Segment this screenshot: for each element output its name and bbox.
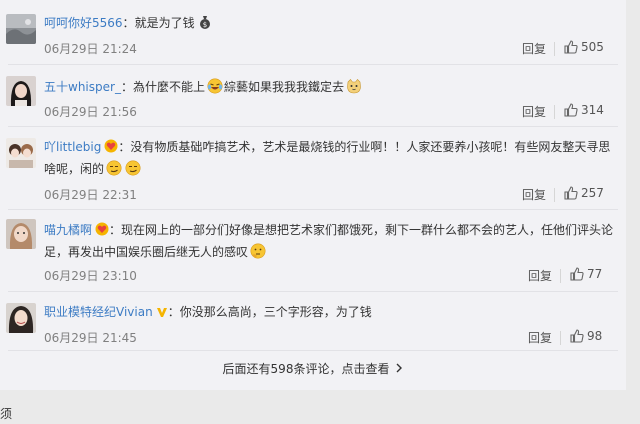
reply-button[interactable]: 回复 [522,40,546,57]
divider [8,291,618,292]
divider [8,64,618,65]
separator: ： [120,80,133,94]
verified-v-icon [156,308,167,317]
cat-face-icon [347,79,361,94]
divider-vertical [560,269,561,283]
comment-username[interactable]: 职业模特经纪Vivian [44,305,153,319]
comment-body: 呵呵你好5566：就是为了钱 $ [44,12,614,34]
divider-vertical [554,42,555,56]
comment-text: 就是为了钱 [134,16,195,30]
svg-text:$: $ [202,21,206,29]
divider [8,126,618,127]
separator: ： [167,305,180,319]
separator: ： [109,223,122,237]
laughing-crying-face-icon [207,78,223,94]
like-count: 314 [581,103,604,117]
reply-button[interactable]: 回复 [522,186,546,203]
like-button[interactable]: 77 [570,267,602,281]
divider-vertical [560,331,561,345]
avatar[interactable] [6,219,36,249]
thumbs-up-icon [570,329,584,343]
comment-body: 吖littlebig ：没有物质基础咋搞艺术，艺术是最烧钱的行业啊！！人家还要养小… [44,136,614,180]
comment-text-cont: 綜藝如果我我我鐵定去 [223,80,344,94]
comment-time: 06月29日 21:24 [44,42,137,56]
heart-badge-icon [104,139,118,153]
like-button[interactable]: 314 [564,103,604,117]
like-button[interactable]: 257 [564,186,604,200]
comment-username[interactable]: 吖littlebig [44,140,101,154]
more-comments-label: 后面还有598条评论，点击查看 [222,362,390,376]
comment-username[interactable]: 喵九橘啊 [44,223,92,237]
comment-text: 你没那么高尚，三个字形容，为了钱 [179,305,372,319]
smirk-face-icon [125,160,141,176]
thumbs-up-icon [564,186,578,200]
thumbs-up-icon [564,103,578,117]
like-count: 98 [587,329,603,343]
more-comments-link[interactable]: 后面还有598条评论，点击查看 [0,360,626,377]
reply-button[interactable]: 回复 [528,267,552,284]
comment-time: 06月29日 21:56 [44,105,137,119]
page-text-fragment: 须 [0,407,13,421]
like-count: 77 [587,267,603,281]
comment-text: 现在网上的一部分们好像是想把艺术家们都饿死，剩下一群什么都不会的艺人，任他们评头… [121,223,614,237]
divider [8,350,618,351]
avatar[interactable] [6,14,36,44]
comment-text: 没有物质基础咋搞艺术，艺术是最烧钱的行业啊！！人家还要养小孩呢！有些网友整天寻思 [130,140,611,154]
thumbs-up-icon [570,267,584,281]
reply-button[interactable]: 回复 [522,103,546,120]
comment-list-panel: 呵呵你好5566：就是为了钱 $ 06月29日 21:24 回复 505 五十wh… [0,0,626,390]
avatar[interactable] [6,138,36,168]
separator: ： [118,140,131,154]
divider-vertical [554,188,555,202]
comment-text-line2: 啥呢，闲的 [44,162,105,176]
like-button[interactable]: 505 [564,40,604,54]
reply-button[interactable]: 回复 [528,329,552,346]
divider [8,209,618,210]
comment-time: 06月29日 23:10 [44,269,137,283]
comment-text: 為什麼不能上 [132,80,205,94]
like-button[interactable]: 98 [570,329,602,343]
comment-text-line2: 足，再发出中国娱乐圈后继无人的感叹 [44,245,249,259]
avatar[interactable] [6,76,36,106]
divider-vertical [554,105,555,119]
avatar[interactable] [6,303,36,333]
comment-body: 五十whisper_：為什麼不能上 綜藝如果我我我鐵定去 [44,76,614,98]
chevron-right-icon [396,363,403,373]
separator: ： [122,16,135,30]
comment-body: 喵九橘啊 ：现在网上的一部分们好像是想把艺术家们都饿死，剩下一群什么都不会的艺人，… [44,219,614,263]
comment-time: 06月29日 21:45 [44,331,137,345]
thumbs-up-icon [564,40,578,54]
comment-body: 职业模特经纪Vivian ：你没那么高尚，三个字形容，为了钱 [44,301,614,323]
comment-time: 06月29日 22:31 [44,188,137,202]
thinking-face-icon [250,243,266,259]
money-bag-icon: $ [199,16,210,29]
like-count: 257 [581,186,604,200]
comment-username[interactable]: 呵呵你好5566 [44,16,123,30]
like-count: 505 [581,40,604,54]
heart-badge-icon [95,222,109,236]
comment-username[interactable]: 五十whisper_ [44,80,121,94]
smirk-face-icon [106,160,122,176]
